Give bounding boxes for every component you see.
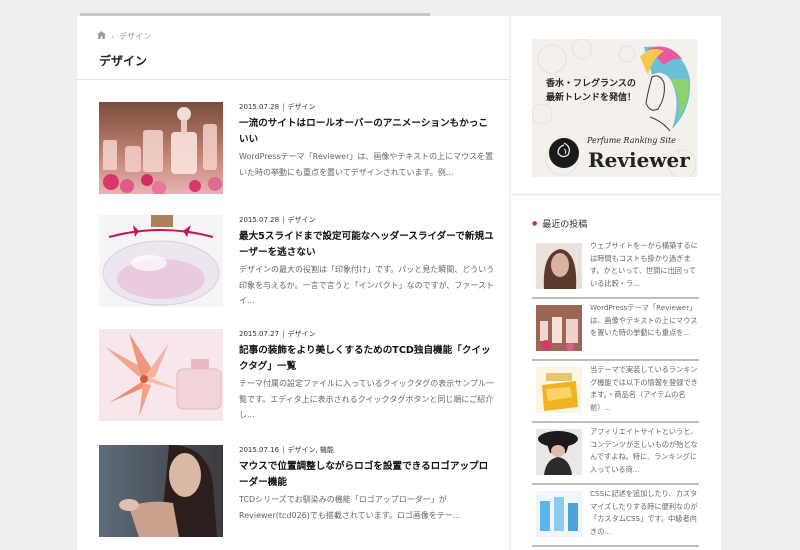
recent-post-thumbnail[interactable] <box>536 243 582 289</box>
post-title[interactable]: 記事の装飾をより美しくするためのTCD独自機能「クイックタグ」一覧 <box>239 343 495 375</box>
post-meta: 2015.07.28 | デザイン <box>239 103 316 111</box>
banner-tagline-line2: 最新トレンドを発信！ <box>546 93 637 103</box>
recent-post-item[interactable]: CSSに記述を追加したり、カスタマイズしたりする時に便利なのが「カスタムCSS」… <box>532 488 699 548</box>
bullet-icon: ● <box>532 220 538 227</box>
recent-post-text[interactable]: CSSに記述を追加したり、カスタマイズしたりする時に便利なのが「カスタムCSS」… <box>590 488 700 539</box>
recent-post-item[interactable]: ウェブサイトを一から構築するには時間もコストも掛かり過ぎます。かといって、世間に… <box>532 240 699 300</box>
post-meta: 2015.07.28 | デザイン <box>239 216 316 224</box>
post-thumbnail[interactable] <box>99 215 223 307</box>
divider <box>532 545 699 547</box>
post-date: 2015.07.28 <box>239 216 280 224</box>
divider <box>511 194 721 195</box>
post-item[interactable]: 2015.07.28 | デザイン 最大5スライドまで設定可能なヘッダースライダーで… <box>99 215 499 307</box>
post-thumbnail[interactable] <box>99 102 223 194</box>
main-content: › デザイン デザイン 2015.07.28 | デザイン 一流のサイトはロール… <box>77 16 509 550</box>
post-category[interactable]: デザイン <box>287 103 315 111</box>
post-date: 2015.07.28 <box>239 103 280 111</box>
post-date: 2015.07.16 <box>239 446 280 454</box>
post-thumbnail[interactable] <box>99 329 223 421</box>
post-title[interactable]: 一流のサイトはロールオーバーのアニメーションもかっこいい <box>239 116 495 148</box>
post-thumbnail[interactable] <box>99 445 223 537</box>
banner-site-sub: Perfume Ranking Site <box>587 136 676 145</box>
post-category[interactable]: デザイン, 機能 <box>287 446 333 454</box>
chevron-right-icon: › <box>111 31 115 41</box>
recent-post-text[interactable]: ウェブサイトを一から構築するには時間もコストも掛かり過ぎます。かといって、世間に… <box>590 240 700 291</box>
post-item[interactable]: 2015.07.27 | デザイン 記事の装飾をより美しくするためのTCD独自機能「… <box>99 329 499 421</box>
post-excerpt: テーマ付属の設定ファイルに入っているクイックタグの表示サンプル一覧です。エディタ… <box>239 379 495 419</box>
post-category[interactable]: デザイン <box>287 216 315 224</box>
recent-post-thumbnail[interactable] <box>536 491 582 537</box>
recent-post-text[interactable]: アフィリエイトサイトというと、コンテンツが乏しいものが殆どなんですよね。特に、ラ… <box>590 426 700 477</box>
post-excerpt: WordPressテーマ「Reviewer」は、画像やテキストの上にマウスを置い… <box>239 152 494 177</box>
banner-site-name: Reviewer <box>588 148 690 172</box>
home-icon[interactable] <box>97 31 106 41</box>
post-item[interactable]: 2015.07.16 | デザイン, 機能 マウスで位置調整しながらロゴを設置できる… <box>99 445 499 537</box>
breadcrumb: › デザイン <box>97 30 151 42</box>
banner-tagline: 香水・フレグランスの 最新トレンドを発信！ <box>546 77 636 105</box>
sidebar: 香水・フレグランスの 最新トレンドを発信！ Perfume Ranking Si… <box>511 16 721 550</box>
post-meta: 2015.07.16 | デザイン, 機能 <box>239 446 334 454</box>
banner-tagline-line1: 香水・フレグランスの <box>546 79 636 89</box>
post-excerpt: TCDシリーズでお馴染みの機能「ロゴアップローダー」がReviewer(tcd0… <box>239 495 461 520</box>
post-title[interactable]: マウスで位置調整しながらロゴを設置できるロゴアップローダー機能 <box>239 459 495 491</box>
recent-post-text[interactable]: 当テーマで実装しているランキング機能では以下の情報を登録できます。・商品名（アイ… <box>590 364 700 415</box>
post-date: 2015.07.27 <box>239 330 280 338</box>
post-meta: 2015.07.27 | デザイン <box>239 330 316 338</box>
breadcrumb-current: デザイン <box>119 31 152 41</box>
page-title: デザイン <box>99 54 148 68</box>
divider <box>532 359 699 361</box>
post-category[interactable]: デザイン <box>287 330 315 338</box>
recent-post-text[interactable]: WordPressテーマ「Reviewer」は、画像やテキストの上にマウスを置い… <box>590 302 700 340</box>
site-banner[interactable]: 香水・フレグランスの 最新トレンドを発信！ Perfume Ranking Si… <box>532 39 697 177</box>
divider <box>532 483 699 485</box>
divider <box>532 421 699 423</box>
recent-post-thumbnail[interactable] <box>536 305 582 351</box>
recent-post-item[interactable]: アフィリエイトサイトというと、コンテンツが乏しいものが殆どなんですよね。特に、ラ… <box>532 426 699 486</box>
divider <box>77 79 509 80</box>
post-excerpt: デザインの最大の役割は「印象付け」です。パッと見た瞬間、どういう印象を与えるか。… <box>239 265 495 305</box>
divider <box>532 297 699 299</box>
recent-posts-heading: ● 最近の投稿 <box>532 217 587 230</box>
post-item[interactable]: 2015.07.28 | デザイン 一流のサイトはロールオーバーのアニメーションもか… <box>99 102 499 194</box>
post-title[interactable]: 最大5スライドまで設定可能なヘッダースライダーで新規ユーザーを逃さない <box>239 229 495 261</box>
recent-post-item[interactable]: 当テーマで実装しているランキング機能では以下の情報を登録できます。・商品名（アイ… <box>532 364 699 424</box>
recent-post-thumbnail[interactable] <box>536 429 582 475</box>
recent-posts-title: 最近の投稿 <box>542 220 588 230</box>
recent-post-thumbnail[interactable] <box>536 367 582 413</box>
recent-post-item[interactable]: WordPressテーマ「Reviewer」は、画像やテキストの上にマウスを置い… <box>532 302 699 362</box>
